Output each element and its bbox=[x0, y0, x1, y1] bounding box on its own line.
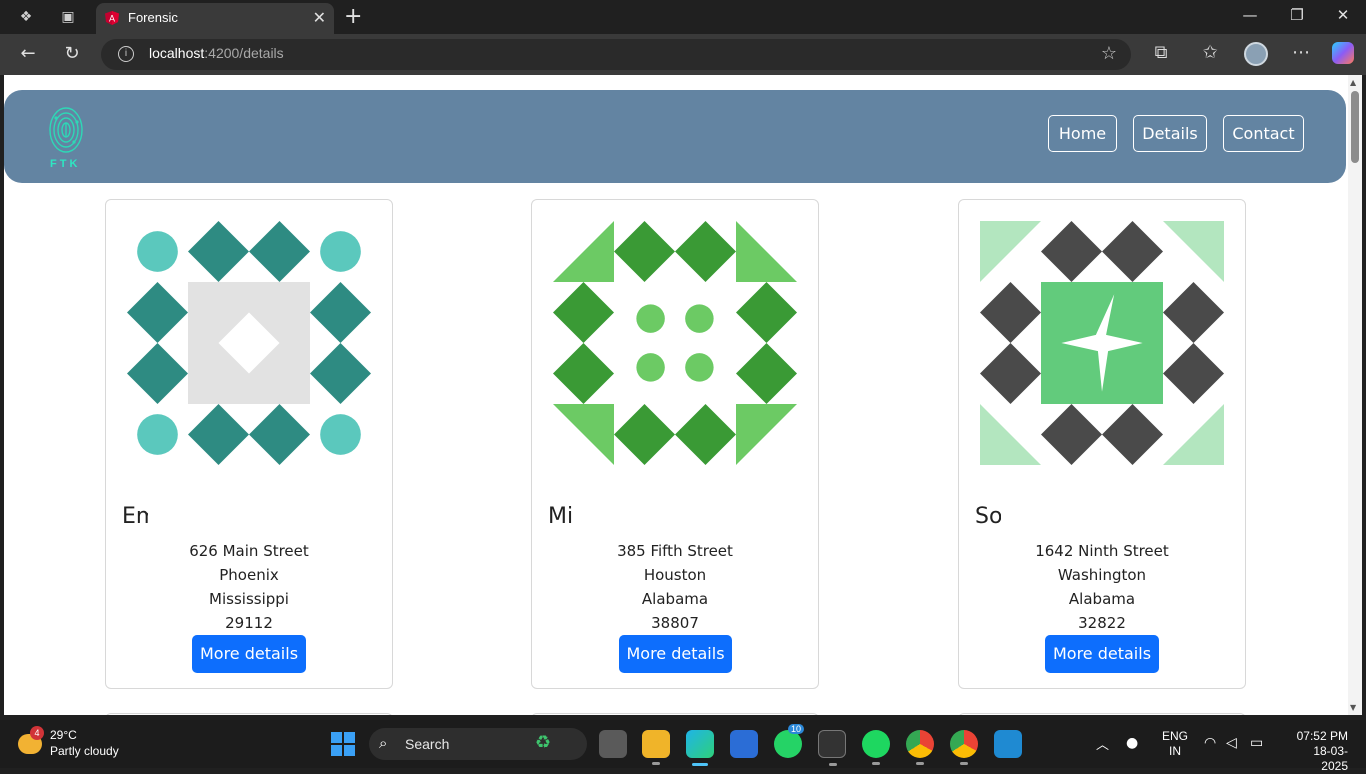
chrome-profile-icon[interactable] bbox=[950, 730, 978, 765]
copilot-icon[interactable] bbox=[1332, 42, 1354, 64]
recycle-icon: ♻ bbox=[535, 732, 552, 753]
reload-icon[interactable]: ↻ bbox=[60, 43, 84, 64]
url-text: localhost:4200/details bbox=[149, 45, 284, 61]
city-text: Phoenix bbox=[219, 566, 279, 584]
state-text: Mississippi bbox=[209, 590, 289, 608]
windows-start-icon[interactable] bbox=[331, 732, 355, 756]
page-scrollbar[interactable]: ▲ ▼ bbox=[1348, 75, 1362, 715]
browser-tab[interactable]: A Forensic ✕ bbox=[96, 3, 334, 34]
zip-text: 29112 bbox=[225, 614, 273, 632]
more-details-button[interactable]: More details bbox=[192, 635, 306, 673]
region-code: IN bbox=[1169, 744, 1181, 758]
identicon-avatar bbox=[553, 221, 797, 465]
angular-favicon-icon: A bbox=[105, 11, 119, 25]
new-tab-icon[interactable]: + bbox=[344, 4, 362, 29]
browser-title-bar: ❖ ▣ A Forensic ✕ + — ❐ ✕ bbox=[0, 0, 1366, 34]
restore-icon[interactable]: ❐ bbox=[1287, 6, 1307, 24]
scrollbar-thumb[interactable] bbox=[1351, 91, 1359, 163]
search-icon: ⌕ bbox=[379, 734, 388, 752]
page-viewport: FTK Home Details Contact Em 626 Main Str… bbox=[4, 75, 1348, 715]
weather-temperature: 29°C bbox=[50, 728, 77, 742]
language-indicator[interactable]: ENG IN bbox=[1162, 729, 1188, 759]
more-details-button[interactable]: More details bbox=[619, 635, 732, 673]
ftk-logo[interactable]: FTK bbox=[46, 104, 86, 174]
favorite-star-icon[interactable]: ☆ bbox=[1101, 43, 1117, 64]
scroll-down-icon[interactable]: ▼ bbox=[1350, 703, 1356, 712]
identicon-avatar bbox=[980, 221, 1224, 465]
street-text: 626 Main Street bbox=[189, 542, 309, 560]
microsoft-store-icon[interactable] bbox=[730, 730, 758, 758]
minimize-icon[interactable]: — bbox=[1240, 6, 1260, 24]
identicon-avatar bbox=[127, 221, 371, 465]
fingerprint-icon bbox=[49, 107, 83, 153]
tab-actions-icon[interactable]: ▣ bbox=[59, 8, 77, 26]
weather-badge: 4 bbox=[30, 726, 44, 740]
person-name: Mi bbox=[548, 504, 574, 529]
weather-description: Partly cloudy bbox=[50, 744, 119, 758]
person-card: So 1642 Ninth Street Washington Alabama … bbox=[958, 199, 1246, 689]
address-bar[interactable]: i localhost:4200/details ☆ bbox=[101, 39, 1131, 70]
search-label: Search bbox=[405, 736, 450, 752]
next-card-edge bbox=[958, 713, 1246, 715]
site-info-icon[interactable]: i bbox=[118, 46, 134, 62]
chrome-icon[interactable] bbox=[906, 730, 934, 765]
brand-text: FTK bbox=[50, 158, 81, 170]
volume-icon[interactable]: ◁ bbox=[1226, 735, 1237, 751]
close-tab-icon[interactable]: ✕ bbox=[313, 8, 326, 27]
state-text: Alabama bbox=[1068, 590, 1136, 608]
language-code: ENG bbox=[1162, 729, 1189, 743]
clock-date: 18-03-2025 bbox=[1313, 744, 1348, 773]
workspaces-icon[interactable]: ❖ bbox=[17, 8, 35, 26]
whatsapp-badge: 10 bbox=[788, 724, 805, 734]
show-hidden-icons[interactable]: ︿ bbox=[1096, 734, 1109, 753]
tab-title: Forensic bbox=[128, 10, 178, 25]
app-header: FTK Home Details Contact bbox=[4, 90, 1346, 183]
nav-details-button[interactable]: Details bbox=[1133, 115, 1207, 152]
profile-avatar[interactable] bbox=[1244, 42, 1268, 66]
whatsapp-icon[interactable]: 10 bbox=[774, 724, 805, 758]
more-details-button[interactable]: More details bbox=[1045, 635, 1159, 673]
person-name: So bbox=[975, 504, 1001, 529]
person-card: Em 626 Main Street Phoenix Mississippi 2… bbox=[105, 199, 393, 689]
street-text: 1642 Ninth Street bbox=[1035, 542, 1169, 560]
nav-home-button[interactable]: Home bbox=[1048, 115, 1117, 152]
state-text: Alabama bbox=[641, 590, 709, 608]
clock-time: 07:52 PM bbox=[1296, 729, 1348, 743]
zip-text: 32822 bbox=[1078, 614, 1126, 632]
wifi-icon[interactable]: ◠ bbox=[1204, 735, 1216, 751]
extensions-icon[interactable]: ⧉ bbox=[1149, 42, 1173, 63]
next-card-edge bbox=[531, 713, 819, 715]
windows-taskbar: 4 29°C Partly cloudy ⌕ Search ♻ 10 ︿ ● E… bbox=[0, 720, 1366, 773]
vscode-icon[interactable] bbox=[994, 730, 1022, 758]
file-explorer-icon[interactable] bbox=[642, 730, 670, 765]
close-window-icon[interactable]: ✕ bbox=[1333, 6, 1353, 24]
next-card-edge bbox=[105, 713, 393, 715]
spotify-icon[interactable] bbox=[862, 730, 890, 765]
street-text: 385 Fifth Street bbox=[617, 542, 733, 560]
svg-text:A: A bbox=[109, 14, 115, 24]
city-text: Houston bbox=[643, 566, 707, 584]
person-name: Em bbox=[122, 504, 148, 529]
more-menu-icon[interactable]: ⋯ bbox=[1289, 42, 1313, 63]
system-clock[interactable]: 07:52 PM 18-03-2025 bbox=[1290, 729, 1348, 774]
task-view-icon[interactable] bbox=[599, 730, 627, 758]
battery-icon[interactable]: ▭ bbox=[1250, 735, 1263, 751]
favorites-icon[interactable]: ✩ bbox=[1198, 42, 1222, 63]
city-text: Washington bbox=[1057, 566, 1147, 584]
meeting-icon[interactable]: ● bbox=[1126, 735, 1138, 751]
taskbar-search[interactable]: ⌕ Search ♻ bbox=[369, 728, 587, 760]
nav-contact-button[interactable]: Contact bbox=[1223, 115, 1304, 152]
scroll-up-icon[interactable]: ▲ bbox=[1350, 78, 1356, 87]
browser-toolbar: ← ↻ i localhost:4200/details ☆ ⧉ ✩ ⋯ bbox=[0, 34, 1366, 75]
person-card: Mi 385 Fifth Street Houston Alabama 3880… bbox=[531, 199, 819, 689]
terminal-icon[interactable] bbox=[818, 730, 846, 766]
back-icon[interactable]: ← bbox=[16, 43, 40, 64]
edge-browser-icon[interactable] bbox=[686, 730, 714, 766]
zip-text: 38807 bbox=[651, 614, 699, 632]
